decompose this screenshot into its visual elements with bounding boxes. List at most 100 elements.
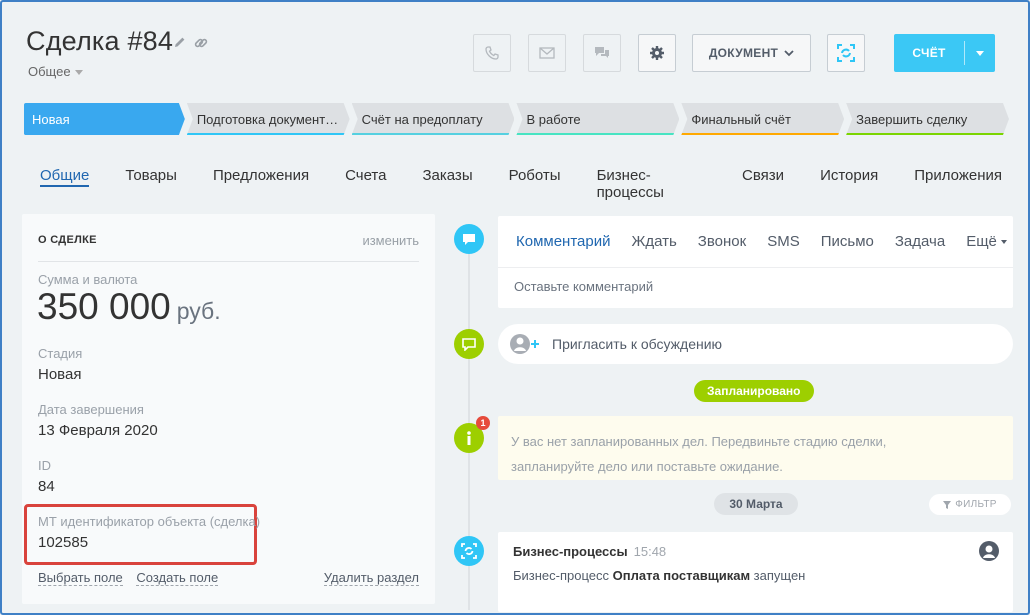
composer-tab-task[interactable]: Задача — [895, 233, 945, 250]
activity-composer: Комментарий Ждать Звонок SMS Письмо Зада… — [498, 216, 1013, 308]
filter-button[interactable]: ФИЛЬТР — [929, 494, 1011, 515]
add-user-icon — [510, 332, 542, 356]
stage-close-deal[interactable]: Завершить сделку — [846, 103, 1009, 135]
phone-icon — [485, 46, 499, 60]
currency: руб. — [176, 298, 221, 324]
stage-label: В работе — [526, 111, 581, 127]
funnel-icon — [943, 500, 952, 509]
tab-links[interactable]: Связи — [720, 157, 798, 197]
tab-business-processes[interactable]: Бизнес-процессы — [575, 157, 720, 201]
stage-color-bar — [24, 133, 185, 135]
event-text: Бизнес-процесс Оплата поставщикам запуще… — [513, 568, 805, 583]
about-deal-card: О СДЕЛКЕ изменить Сумма и валюта 350 000… — [22, 214, 435, 604]
card-footer-links: Выбрать поле Создать поле Удалить раздел — [38, 570, 419, 586]
stage-prepayment-invoice[interactable]: Счёт на предоплату — [352, 103, 515, 135]
stage-new[interactable]: Новая — [24, 103, 185, 135]
event-title: Бизнес-процессы 15:48 — [513, 544, 666, 559]
deal-header: Сделка #84 Общее ДОКУМЕНТ СЧЁТ — [26, 22, 998, 92]
info-icon — [467, 431, 471, 445]
user-avatar-icon[interactable] — [979, 541, 999, 561]
edit-link[interactable]: изменить — [362, 233, 419, 248]
tab-general[interactable]: Общие — [26, 157, 103, 197]
filter-label: ФИЛЬТР — [955, 499, 997, 510]
scan-frame-icon — [837, 44, 855, 62]
deal-window: Сделка #84 Общее ДОКУМЕНТ СЧЁТ Новая Под… — [0, 0, 1030, 615]
settings-button[interactable] — [638, 34, 676, 72]
stage-color-bar — [187, 133, 350, 135]
composer-tab-wait[interactable]: Ждать — [631, 233, 676, 250]
amount-number: 350 000 — [37, 286, 171, 327]
stage-color-bar — [846, 133, 1009, 135]
select-field-link[interactable]: Выбрать поле — [38, 570, 123, 586]
call-button[interactable] — [473, 34, 511, 72]
chevron-down-icon — [784, 49, 794, 56]
event-title-text: Бизнес-процессы — [513, 544, 628, 559]
composer-tab-more[interactable]: Ещё — [966, 233, 1007, 250]
email-button[interactable] — [528, 34, 566, 72]
tab-history[interactable]: История — [798, 157, 892, 197]
stage-label: Новая — [32, 111, 70, 127]
category-selector[interactable]: Общее — [28, 64, 83, 79]
chevron-down-icon — [74, 70, 83, 76]
stage-color-bar — [352, 133, 515, 135]
stage-color-bar — [516, 133, 679, 135]
planned-section-badge: Запланировано — [694, 380, 814, 402]
stage-label: Подготовка документ… — [196, 111, 339, 127]
invite-label: Пригласить к обсуждению — [552, 336, 723, 352]
invoice-button[interactable]: СЧЁТ — [894, 34, 995, 72]
mt-id-value: 102585 — [38, 534, 89, 551]
stage-progress: Новая Подготовка документ… Счёт на предо… — [24, 103, 1009, 135]
date-separator: 30 Марта — [714, 493, 798, 515]
composer-tab-comment[interactable]: Комментарий — [516, 233, 610, 250]
business-process-marker — [454, 536, 484, 566]
pencil-icon[interactable] — [174, 36, 186, 53]
tab-invoices[interactable]: Счета — [323, 157, 400, 197]
stage-label: Завершить сделку — [856, 111, 968, 127]
tab-applications[interactable]: Приложения — [892, 157, 1016, 197]
event-prefix: Бизнес-процесс — [513, 568, 613, 583]
amount-value: 350 000 руб. — [37, 286, 221, 328]
comment-input[interactable]: Оставьте комментарий — [498, 268, 1013, 294]
tab-quotes[interactable]: Предложения — [191, 157, 323, 197]
mt-id-label: МТ идентификатор объекта (сделка) — [38, 514, 261, 529]
stage-label: Финальный счёт — [691, 111, 791, 127]
composer-tabs: Комментарий Ждать Звонок SMS Письмо Зада… — [498, 216, 1013, 268]
tab-products[interactable]: Товары — [103, 157, 191, 197]
notice-line-2: запланируйте дело или поставьте ожидание… — [511, 459, 783, 474]
composer-tab-call[interactable]: Звонок — [698, 233, 746, 250]
page-title: Сделка #84 — [26, 26, 174, 56]
title-actions — [174, 36, 208, 53]
stage-final-invoice[interactable]: Финальный счёт — [681, 103, 844, 135]
create-field-link[interactable]: Создать поле — [136, 570, 219, 586]
document-button[interactable]: ДОКУМЕНТ — [692, 34, 811, 72]
invoice-dropdown-toggle[interactable] — [965, 50, 995, 56]
caret-down-icon — [976, 50, 984, 56]
tab-robots[interactable]: Роботы — [487, 157, 575, 197]
id-value: 84 — [38, 478, 55, 495]
stage-label: Счёт на предоплату — [361, 111, 483, 127]
event-suffix: запущен — [750, 568, 806, 583]
business-process-event: Бизнес-процессы 15:48 Бизнес-процесс Опла… — [498, 532, 1013, 612]
notice-line-1: У вас нет запланированных дел. Передвинь… — [511, 434, 887, 449]
event-time: 15:48 — [633, 544, 667, 559]
stage-in-progress[interactable]: В работе — [516, 103, 679, 135]
composer-tab-sms[interactable]: SMS — [767, 233, 800, 250]
link-icon[interactable] — [194, 36, 208, 53]
tab-orders[interactable]: Заказы — [400, 157, 486, 197]
chat-button[interactable] — [583, 34, 621, 72]
comment-marker — [454, 224, 484, 254]
stage-field-value: Новая — [38, 366, 82, 383]
speech-bubble-icon — [462, 337, 476, 351]
close-date-value: 13 Февраля 2020 — [38, 422, 158, 439]
delete-section-link[interactable]: Удалить раздел — [323, 570, 419, 586]
id-label: ID — [38, 458, 51, 473]
composer-tab-email[interactable]: Письмо — [821, 233, 874, 250]
scan-button[interactable] — [827, 34, 865, 72]
invite-to-discussion[interactable]: Пригласить к обсуждению — [498, 324, 1013, 364]
close-date-label: Дата завершения — [38, 402, 144, 417]
stage-color-bar — [681, 133, 844, 135]
deal-tabs: Общие Товары Предложения Счета Заказы Ро… — [26, 157, 1016, 201]
document-button-label: ДОКУМЕНТ — [708, 46, 779, 60]
stage-preparation[interactable]: Подготовка документ… — [187, 103, 350, 135]
more-label: Ещё — [966, 233, 997, 250]
